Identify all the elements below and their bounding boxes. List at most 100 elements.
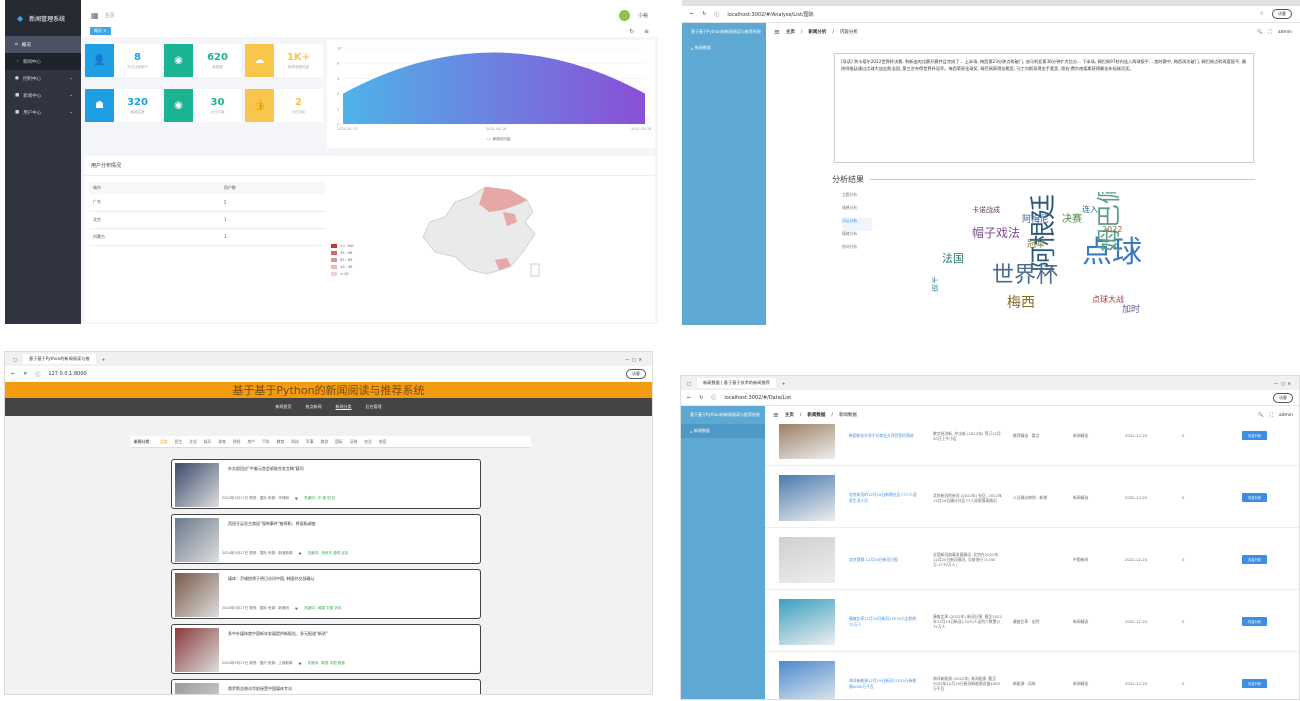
content-analysis-button[interactable]: 内容分析 <box>1242 555 1268 564</box>
news-count: 0 <box>1182 681 1185 686</box>
chevron-down-icon: ⌄ <box>69 110 73 115</box>
fullscreen-icon[interactable]: ⛶ <box>1269 29 1272 35</box>
search-icon[interactable]: 🔍 <box>1258 413 1264 418</box>
sidebar-title: 基于基于Python的新闻阅读与推荐系统 <box>691 29 761 34</box>
username[interactable]: admin <box>1279 413 1293 418</box>
breadcrumb: ≡ 主页 / 新闻数据 / 新闻数据 🔍 ⛶ admin <box>765 406 1299 424</box>
news-item[interactable]: 多中外媒体就中国新年发展提供新报告、多元报道"新质" 2024年5月17日 类别：… <box>171 624 481 674</box>
news-title[interactable]: 西班牙足总主席因"强吻事件"被停职，将面临调查 <box>228 521 316 527</box>
sidebar-item-news-data[interactable]: ⌂ 新闻数据 <box>681 424 765 438</box>
legend-label: < 10 <box>340 271 349 276</box>
refresh-icon[interactable]: ↻ <box>629 28 634 35</box>
news-meta: 2024年5月17日 类别：国际 来源：新浪网 ♥ 关键词：韩国 中国 访问 <box>222 606 341 611</box>
map-legend-item: 50 - 69 <box>331 256 354 263</box>
wordcloud-word: 法国 <box>942 251 964 265</box>
news-source: 新闻精选 <box>1073 432 1089 438</box>
more-icon[interactable]: ≡ <box>644 28 649 35</box>
tab-overview[interactable]: 概况 × <box>90 27 111 35</box>
profile-button[interactable]: 访客 <box>1272 9 1292 19</box>
visits-area-chart: 10 8 6 4 2 02021-04-13 2021-04-16 2021-05-18 -○-… <box>337 47 651 142</box>
content-analysis-button[interactable]: 内容分析 <box>1242 431 1268 440</box>
news-item[interactable]: 媒体：尹锡悦将于明日访问中国, 韩国外交部确认 2024年5月17日 类别：国际 … <box>171 569 481 619</box>
news-title[interactable]: 康复比率12月19日新冠17070人出院的72万人 <box>849 616 919 628</box>
x-tick-label: 2021-05-18 <box>631 127 651 131</box>
refresh-icon[interactable]: ↻ <box>699 395 703 401</box>
window-controls[interactable]: — ▢ ✕ <box>1274 381 1291 386</box>
dashboard-sidebar: ◆ 新闻管理系统 ⌂ 概况 › 新闻中心 ● 控制中心 ⌄ ■ 新闻中心 ⌄ ■ 用户中心 ⌄ <box>5 0 81 324</box>
news-thumbnail <box>175 463 219 507</box>
menu-icon[interactable]: ≡ <box>774 28 780 36</box>
content-analysis-button[interactable]: 内容分析 <box>1242 679 1268 688</box>
breadcrumb: ≡ 主页 / 新闻分析 / 内容分析 🔍 ⛶ admin <box>766 23 1300 41</box>
browser-tab[interactable]: 新闻数据 | 基于基于技术的新闻推荐 <box>696 378 776 388</box>
news-desc: 北京新冠的新冠 (2022年) 社区, 2022年12月19日确诊社区77人居家… <box>933 492 1002 503</box>
tab-icon: ▢ <box>687 380 691 386</box>
news-title[interactable]: 北京新冠的12月19日新增社区77人人居家生活人员 <box>849 492 919 504</box>
tab-analysis[interactable]: 主题分析 <box>842 192 872 205</box>
news-title[interactable]: 海洋新能源12月19日新冠17070万新能源4000万千瓦 <box>849 678 919 690</box>
news-thumbnail <box>175 573 219 617</box>
news-item[interactable]: 俄罗斯总统访华前接受中国媒体专访 <box>171 679 481 694</box>
tab-analysis[interactable]: 情绪分析 <box>842 231 872 244</box>
content-analysis-button[interactable]: 内容分析 <box>1242 493 1268 502</box>
news-desc: 康复比率 (2022年) 新冠日报, 截至2022年12月19日新冠17070人… <box>933 614 1002 629</box>
x-tick-label: 2021-04-13 <box>337 127 357 131</box>
news-title[interactable]: 外交部回应"中美元首会晤联合发言稿"疑问 <box>228 466 304 472</box>
news-title[interactable]: 媒体：尹锡悦将于明日访问中国, 韩国外交部确认 <box>228 576 315 582</box>
wordcloud-word: 世界杯 <box>992 263 1058 288</box>
news-date: 2022-12-20 <box>1125 557 1148 562</box>
sidebar-item-news-data[interactable]: ⌂ 新闻数据 <box>682 41 766 55</box>
fullscreen-icon[interactable]: ⛶ <box>1270 412 1273 418</box>
menu-item-overview[interactable]: ⌂ 概况 <box>5 36 81 53</box>
stat-card-news-count: ◉ 620 新闻数 <box>164 44 242 77</box>
user-icon: ■ <box>15 110 20 115</box>
menu-item-control[interactable]: ● 控制中心 ⌄ <box>5 70 81 87</box>
back-icon[interactable]: ← <box>687 395 691 401</box>
home-icon: ⌂ <box>690 428 693 434</box>
news-thumbnail <box>175 628 219 672</box>
heart-icon[interactable]: ♥ <box>298 552 301 556</box>
search-icon[interactable]: 🔍 <box>1257 30 1263 35</box>
username[interactable]: admin <box>1278 30 1292 35</box>
tab-analysis[interactable]: 情感分析 <box>842 205 872 218</box>
new-tab-icon[interactable]: + <box>782 381 786 386</box>
back-icon[interactable]: ← <box>690 11 694 17</box>
dot-icon: › <box>17 59 19 64</box>
news-item[interactable]: 外交部回应"中美元首会晤联合发言稿"疑问 2024年5月17日 类别：国际 来源：… <box>171 459 481 509</box>
news-title[interactable]: 多中外媒体就中国新年发展提供新报告、多元报道"新质" <box>228 631 328 637</box>
heart-icon[interactable]: ♥ <box>295 497 298 501</box>
thumbs-up-icon: 👍 <box>245 89 274 122</box>
news-title[interactable]: 北京提倡 12月20日新冠日报 <box>849 557 919 563</box>
column-header-users[interactable]: 用户数 <box>224 182 325 194</box>
heart-icon[interactable]: ♥ <box>298 662 301 666</box>
avatar[interactable] <box>618 10 630 21</box>
news-item[interactable]: 西班牙足总主席因"强吻事件"被停职，将面临调查 2024年5月17日 类别：国际 … <box>171 514 481 564</box>
address-field[interactable]: localhost:3002/#/Data/List <box>724 395 791 401</box>
menu-icon[interactable]: ≡ <box>773 411 779 419</box>
refresh-icon[interactable]: ↻ <box>702 11 706 17</box>
cloud-icon: ☁ <box>245 44 274 77</box>
news-source: 新闻精选 <box>1073 494 1089 500</box>
news-tags: 推荐精选 · 重点 <box>1013 432 1040 438</box>
menu-item-news-center[interactable]: › 新闻中心 <box>5 53 81 70</box>
city-user-table: 城市 用户数 广东 5 北京 1 内蒙古 1 <box>89 182 325 246</box>
news-count: 0 <box>1182 557 1185 562</box>
heart-icon[interactable]: ♥ <box>295 607 298 611</box>
tab-analysis[interactable]: 词云分析 <box>842 218 872 231</box>
address-field[interactable]: localhost:3002/#/Analyse/List/国际 <box>727 11 813 18</box>
news-icon: ■ <box>15 93 20 98</box>
menu-item-news[interactable]: ■ 新闻中心 ⌄ <box>5 87 81 104</box>
profile-button[interactable]: 访客 <box>1273 392 1293 403</box>
menu-item-users[interactable]: ■ 用户中心 ⌄ <box>5 104 81 121</box>
stat-card-visitors: ◉ 30 今日访客 <box>164 89 242 122</box>
column-header-city: 城市 <box>93 185 101 190</box>
content-analysis-button[interactable]: 内容分析 <box>1242 617 1268 626</box>
grid-menu-icon[interactable]: ▦ <box>91 11 99 20</box>
news-meta: 2024年5月17日 类别：国内 来源：上观新闻 ♥ 关键词：新质 中国 报道 <box>222 661 345 666</box>
news-date: 2022-12-20 <box>1125 619 1148 624</box>
star-icon[interactable]: ☆ <box>1260 11 1264 17</box>
username[interactable]: 小裕 <box>638 12 648 19</box>
news-title[interactable]: 俄罗斯总统访华前接受中国媒体专访 <box>228 686 292 692</box>
news-title[interactable]: 韩国知名外资千亿商业大项目签约落地 <box>849 433 919 439</box>
tab-analysis[interactable]: 热词分析 <box>842 244 872 257</box>
